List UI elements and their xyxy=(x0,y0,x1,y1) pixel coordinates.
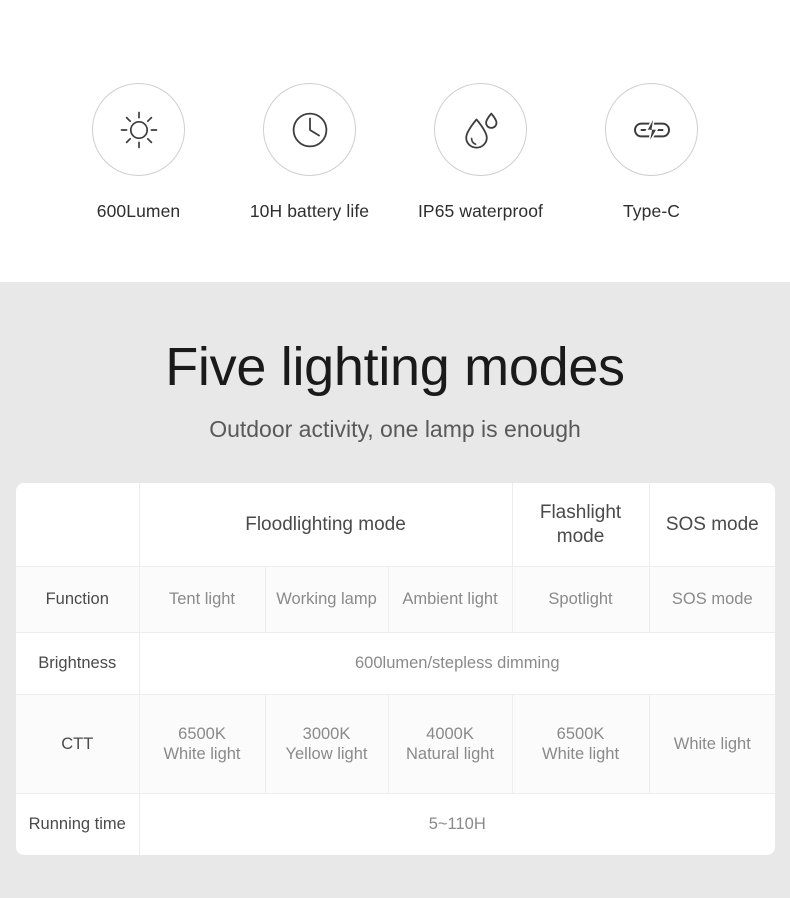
table-row-running-time: Running time 5~110H xyxy=(16,793,775,855)
feature-icon-circle xyxy=(263,83,356,176)
sun-icon xyxy=(117,108,161,152)
table-row-brightness: Brightness 600lumen/stepless dimming xyxy=(16,632,776,695)
cell-ctt-working-lamp-temp: 3000K xyxy=(302,724,351,743)
table-header-row: Floodlighting mode Flashlight mode SOS m… xyxy=(16,483,776,567)
section-subheadline: Outdoor activity, one lamp is enough xyxy=(209,416,581,442)
cell-function-working-lamp: Working lamp xyxy=(265,566,389,633)
table-row-function: Function Tent light Working lamp Ambient… xyxy=(16,566,776,633)
cell-ctt-tent-light-name: White light xyxy=(163,745,241,763)
cell-ctt-ambient-light-name: Natural light xyxy=(405,745,495,763)
row-label-function: Function xyxy=(16,566,140,633)
feature-icon-circle xyxy=(434,83,527,176)
header-sos-mode: SOS mode xyxy=(649,483,776,567)
feature-label: 10H battery life xyxy=(249,201,370,221)
feature-label: IP65 waterproof xyxy=(417,201,544,221)
row-label-running-time: Running time xyxy=(16,793,140,855)
lighting-modes-section: Five lighting modes Outdoor activity, on… xyxy=(0,282,790,898)
feature-item-type-c: Type-C xyxy=(566,0,737,222)
cell-function-ambient-light: Ambient light xyxy=(388,566,513,633)
cell-ctt-tent-light-temp: 6500K xyxy=(178,724,226,743)
header-flashlight-mode: Flashlight mode xyxy=(512,483,650,567)
cell-function-spotlight: Spotlight xyxy=(512,566,650,633)
feature-item-lumen: 600Lumen xyxy=(53,0,224,222)
cell-ctt-working-lamp-name: Yellow light xyxy=(285,745,368,763)
clock-icon xyxy=(288,108,332,152)
feature-icon-circle xyxy=(605,83,698,176)
cell-ctt-sos-mode: White light xyxy=(649,694,776,794)
cell-ctt-ambient-light-temp: 4000K xyxy=(426,724,474,743)
table-row-ctt: CTT 6500K White light 3000K Yellow light xyxy=(16,694,776,794)
row-label-ctt: CTT xyxy=(16,694,140,794)
cell-function-tent-light: Tent light xyxy=(139,566,266,633)
feature-band: 600Lumen 10H battery life IP65 waterproo… xyxy=(0,0,790,282)
cell-ctt-spotlight: 6500K White light xyxy=(512,694,650,794)
usb-c-charge-icon xyxy=(629,107,675,153)
feature-label: Type-C xyxy=(622,201,680,221)
cell-ctt-spotlight-name: White light xyxy=(542,745,620,763)
feature-list: 600Lumen 10H battery life IP65 waterproo… xyxy=(0,0,790,222)
cell-ctt-working-lamp: 3000K Yellow light xyxy=(265,694,389,794)
section-headline: Five lighting modes xyxy=(165,337,625,397)
cell-ctt-ambient-light: 4000K Natural light xyxy=(388,694,513,794)
lighting-modes-table: Floodlighting mode Flashlight mode SOS m… xyxy=(16,483,776,855)
feature-item-waterproof: IP65 waterproof xyxy=(395,0,566,222)
cell-running-time-value: 5~110H xyxy=(428,815,486,834)
cell-ctt-tent-light: 6500K White light xyxy=(139,694,266,794)
header-flashlight-mode-line1: Flashlight xyxy=(539,502,622,524)
cell-ctt-spotlight-temp: 6500K xyxy=(556,724,605,743)
cell-function-sos-mode: SOS mode xyxy=(649,566,776,633)
feature-item-battery-life: 10H battery life xyxy=(224,0,395,222)
feature-icon-circle xyxy=(92,83,185,176)
row-label-brightness: Brightness xyxy=(16,632,140,695)
table-corner-cell xyxy=(16,483,140,567)
header-floodlighting-mode: Floodlighting mode xyxy=(139,483,513,567)
header-flashlight-mode-line2: mode xyxy=(556,525,605,547)
water-drop-icon xyxy=(458,107,504,153)
feature-label: 600Lumen xyxy=(96,201,181,221)
cell-brightness-value: 600lumen/stepless dimming xyxy=(139,632,776,695)
